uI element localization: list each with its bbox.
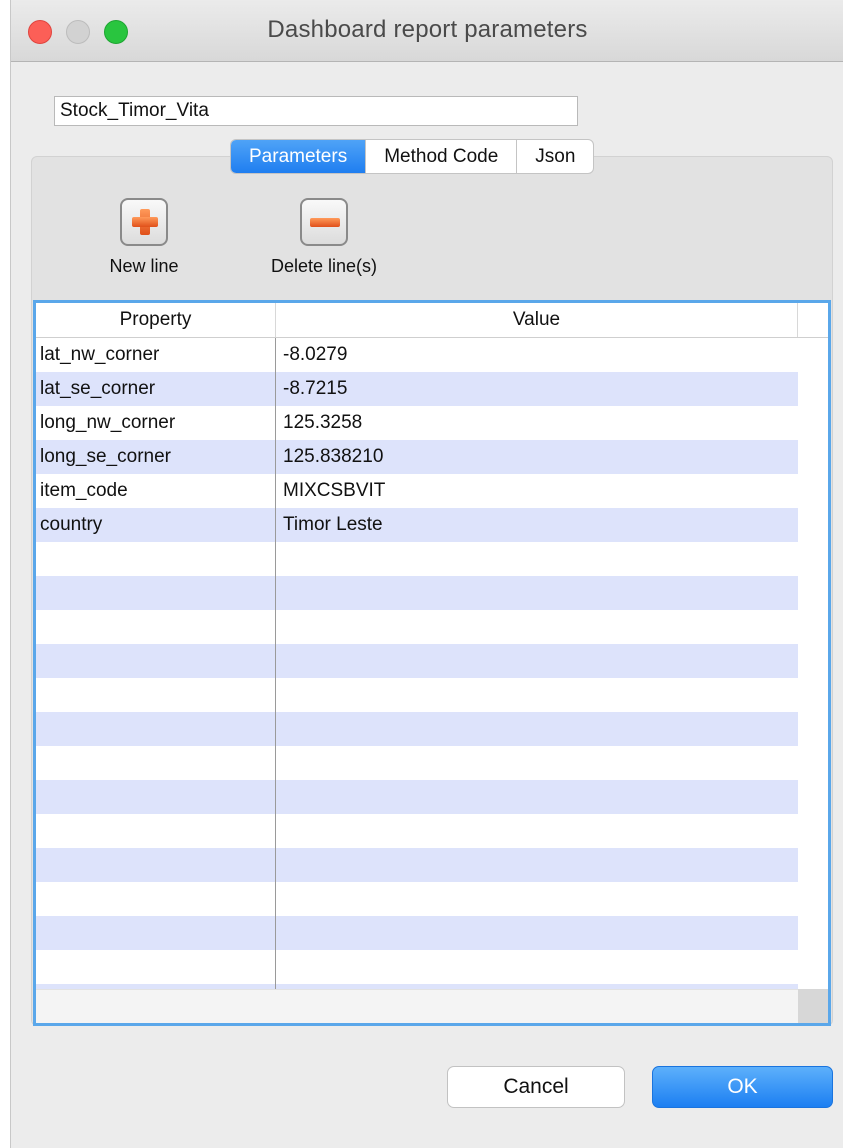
vertical-scrollbar[interactable]	[798, 338, 828, 989]
window-title: Dashboard report parameters	[267, 16, 588, 43]
property-cell[interactable]: lat_nw_corner	[36, 338, 276, 372]
property-cell[interactable]: long_nw_corner	[36, 406, 276, 440]
property-cell[interactable]	[36, 712, 276, 746]
dialog-window: Dashboard report parameters Stock_Timor_…	[10, 0, 843, 1148]
table-row[interactable]	[36, 950, 798, 984]
property-cell[interactable]	[36, 882, 276, 916]
property-cell[interactable]	[36, 780, 276, 814]
value-cell[interactable]	[276, 746, 798, 780]
value-cell[interactable]: 125.3258	[276, 406, 798, 440]
tab-method-code[interactable]: Method Code	[366, 140, 518, 173]
property-cell[interactable]	[36, 916, 276, 950]
ok-button[interactable]: OK	[652, 1066, 833, 1108]
table-row[interactable]	[36, 678, 798, 712]
value-cell[interactable]	[276, 814, 798, 848]
title-bar[interactable]: Dashboard report parameters	[11, 0, 843, 62]
property-cell[interactable]	[36, 610, 276, 644]
property-cell[interactable]	[36, 746, 276, 780]
new-line-label: New line	[109, 256, 179, 276]
table-row[interactable]: lat_nw_corner -8.0279	[36, 338, 798, 372]
value-cell[interactable]: 125.838210	[276, 440, 798, 474]
property-cell[interactable]: lat_se_corner	[36, 372, 276, 406]
plus-icon[interactable]	[120, 198, 168, 246]
value-cell[interactable]	[276, 610, 798, 644]
column-header-value[interactable]: Value	[276, 303, 798, 337]
table-row[interactable]: long_se_corner 125.838210	[36, 440, 798, 474]
table-header: Property Value	[36, 303, 798, 338]
minus-icon[interactable]	[300, 198, 348, 246]
table-row[interactable]	[36, 780, 798, 814]
value-cell[interactable]	[276, 678, 798, 712]
tab-bar: Parameters Method Code Json	[230, 139, 595, 174]
property-cell[interactable]	[36, 814, 276, 848]
table-row[interactable]	[36, 882, 798, 916]
scrollbar-corner	[798, 989, 828, 1023]
value-cell[interactable]	[276, 950, 798, 984]
table-row[interactable]	[36, 814, 798, 848]
property-cell[interactable]: long_se_corner	[36, 440, 276, 474]
value-cell[interactable]	[276, 542, 798, 576]
table-row[interactable]	[36, 644, 798, 678]
property-cell[interactable]	[36, 542, 276, 576]
property-cell[interactable]	[36, 678, 276, 712]
property-cell[interactable]: item_code	[36, 474, 276, 508]
cancel-button[interactable]: Cancel	[447, 1066, 625, 1108]
table-row[interactable]	[36, 746, 798, 780]
table-row[interactable]: long_nw_corner 125.3258	[36, 406, 798, 440]
value-cell[interactable]	[276, 848, 798, 882]
value-cell[interactable]	[276, 576, 798, 610]
delete-lines-button[interactable]: Delete line(s)	[254, 198, 394, 277]
parameters-table[interactable]: Property Value lat_nw_corner -8.0279 lat_…	[33, 300, 831, 1026]
table-row[interactable]: item_code MIXCSBVIT	[36, 474, 798, 508]
table-row[interactable]	[36, 916, 798, 950]
delete-lines-label: Delete line(s)	[270, 256, 378, 276]
value-cell[interactable]: MIXCSBVIT	[276, 474, 798, 508]
value-cell[interactable]: -8.0279	[276, 338, 798, 372]
value-cell[interactable]	[276, 712, 798, 746]
horizontal-scrollbar[interactable]	[36, 989, 798, 1023]
value-cell[interactable]	[276, 916, 798, 950]
tab-json[interactable]: Json	[517, 140, 593, 173]
new-line-button[interactable]: New line	[99, 198, 189, 277]
table-row[interactable]	[36, 610, 798, 644]
column-header-property[interactable]: Property	[36, 303, 276, 337]
table-row[interactable]	[36, 848, 798, 882]
table-body: lat_nw_corner -8.0279 lat_se_corner -8.721…	[36, 338, 798, 1018]
property-cell[interactable]	[36, 950, 276, 984]
property-cell[interactable]	[36, 848, 276, 882]
property-cell[interactable]	[36, 576, 276, 610]
value-cell[interactable]: Timor Leste	[276, 508, 798, 542]
report-name-input[interactable]: Stock_Timor_Vita	[54, 96, 578, 126]
table-row[interactable]	[36, 712, 798, 746]
table-row[interactable]: lat_se_corner -8.7215	[36, 372, 798, 406]
value-cell[interactable]	[276, 882, 798, 916]
property-cell[interactable]: country	[36, 508, 276, 542]
table-row[interactable]	[36, 576, 798, 610]
value-cell[interactable]	[276, 780, 798, 814]
value-cell[interactable]: -8.7215	[276, 372, 798, 406]
value-cell[interactable]	[276, 644, 798, 678]
header-corner	[798, 303, 828, 338]
table-row[interactable]	[36, 542, 798, 576]
property-cell[interactable]	[36, 644, 276, 678]
table-row[interactable]: country Timor Leste	[36, 508, 798, 542]
tab-parameters[interactable]: Parameters	[231, 140, 367, 173]
